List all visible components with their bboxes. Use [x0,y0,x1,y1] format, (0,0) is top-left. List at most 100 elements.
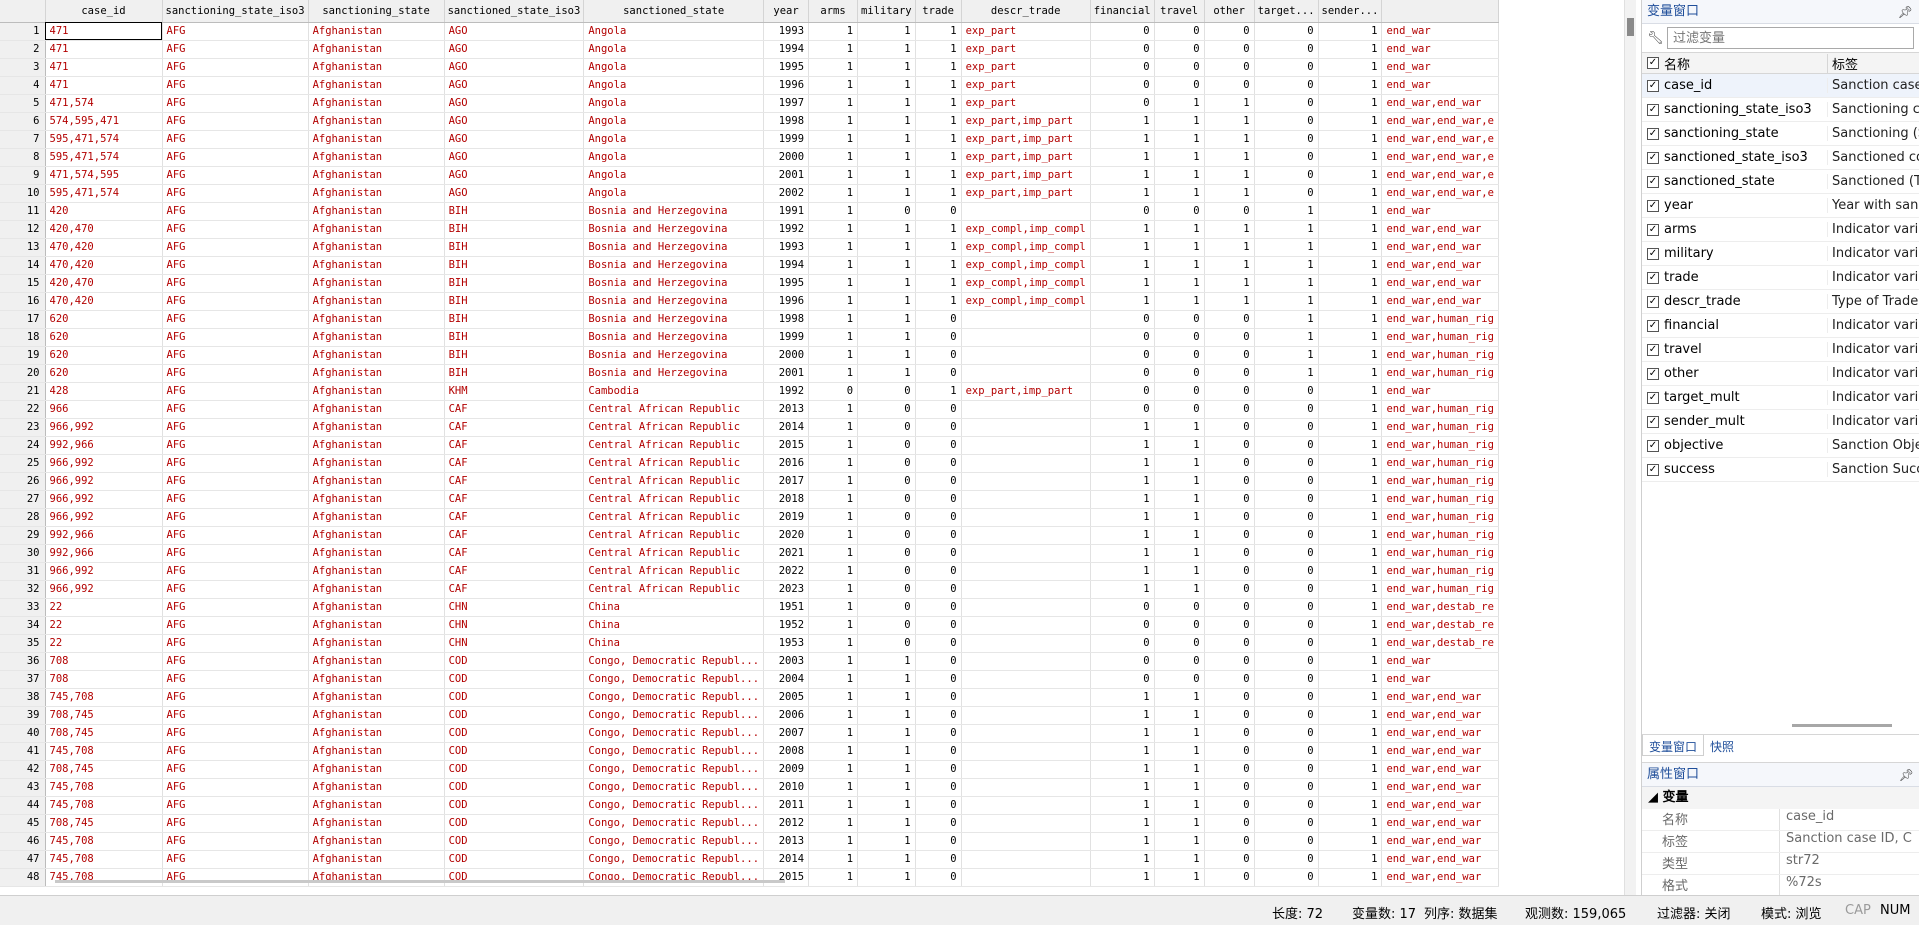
data-cell[interactable]: 574,595,471 [45,112,163,131]
data-cell[interactable]: Bosnia and Herzegovina [583,202,765,221]
data-cell[interactable]: 0 [857,382,916,401]
row-number[interactable]: 19 [0,346,46,365]
data-cell[interactable]: Congo, Democratic Republ... [583,706,765,725]
data-cell[interactable]: AFG [162,868,309,887]
data-cell[interactable]: end_war,human_rig [1381,418,1499,437]
row-number[interactable]: 31 [0,562,46,581]
data-cell[interactable]: 1 [808,706,859,725]
data-cell[interactable]: 1 [857,148,916,167]
data-cell[interactable]: 2009 [763,760,810,779]
data-cell[interactable]: exp_part [961,22,1091,41]
data-cell[interactable]: 0 [1254,166,1319,185]
data-cell[interactable]: 1 [1318,850,1383,869]
data-cell[interactable]: COD [444,670,585,689]
row-number[interactable]: 22 [0,400,46,419]
row-number[interactable]: 9 [0,166,46,185]
data-cell[interactable]: exp_compl,imp_compl [961,256,1091,275]
data-cell[interactable]: 1 [1154,256,1205,275]
data-cell[interactable]: 745,708 [45,688,163,707]
data-cell[interactable]: 471,574,595 [45,166,163,185]
data-cell[interactable]: Afghanistan [308,526,445,545]
data-cell[interactable]: end_war,end_war [1381,292,1499,311]
data-cell[interactable]: end_war,human_rig [1381,490,1499,509]
data-cell[interactable]: 1 [1090,292,1155,311]
data-cell[interactable]: Angola [583,94,765,113]
data-cell[interactable]: 0 [1204,346,1255,365]
data-cell[interactable]: 1996 [763,76,810,95]
data-cell[interactable]: 1 [915,238,962,257]
data-cell[interactable] [961,724,1091,743]
data-cell[interactable]: 1 [915,130,962,149]
data-cell[interactable]: AGO [444,94,585,113]
data-cell[interactable]: 0 [1204,364,1255,383]
row-number[interactable]: 23 [0,418,46,437]
data-cell[interactable]: 1 [857,184,916,203]
property-group-variable[interactable]: ◢ 变量 [1642,787,1919,809]
data-cell[interactable]: 2010 [763,778,810,797]
data-cell[interactable]: AFG [162,400,309,419]
data-cell[interactable]: 0 [1254,454,1319,473]
data-cell[interactable]: 0 [1254,616,1319,635]
data-cell[interactable]: 966,992 [45,508,163,527]
data-cell[interactable]: Bosnia and Herzegovina [583,220,765,239]
data-cell[interactable]: 1 [808,472,859,491]
checkbox-checked-icon[interactable]: ✓ [1647,463,1659,476]
data-cell[interactable]: 0 [1254,148,1319,167]
data-cell[interactable]: AGO [444,148,585,167]
data-cell[interactable]: 1 [1318,526,1383,545]
data-cell[interactable]: 0 [915,796,962,815]
data-cell[interactable]: 1 [915,382,962,401]
data-cell[interactable]: end_war [1381,382,1499,401]
data-cell[interactable]: 1 [1090,868,1155,887]
data-cell[interactable]: 1 [1318,184,1383,203]
data-cell[interactable]: 1 [808,274,859,293]
data-cell[interactable]: Afghanistan [308,202,445,221]
data-cell[interactable]: 1 [857,94,916,113]
data-cell[interactable]: 992,966 [45,544,163,563]
data-cell[interactable]: CAF [444,454,585,473]
data-cell[interactable]: 620 [45,346,163,365]
data-cell[interactable]: end_war,end_war [1381,256,1499,275]
data-cell[interactable]: 1 [1254,220,1319,239]
data-cell[interactable]: 1 [1318,634,1383,653]
data-cell[interactable]: 0 [1204,868,1255,887]
row-number[interactable]: 41 [0,742,46,761]
data-cell[interactable]: 1 [857,58,916,77]
data-cell[interactable]: 0 [915,346,962,365]
data-cell[interactable]: 1 [1318,166,1383,185]
variable-row[interactable]: ✓ sender_mult Indicator variable [1642,410,1919,434]
data-cell[interactable]: 1 [808,832,859,851]
data-cell[interactable]: AGO [444,166,585,185]
data-cell[interactable]: 0 [857,598,916,617]
data-cell[interactable]: end_war,end_war [1381,832,1499,851]
data-cell[interactable] [961,562,1091,581]
data-cell[interactable] [961,670,1091,689]
data-cell[interactable]: 0 [1254,832,1319,851]
data-cell[interactable]: Afghanistan [308,328,445,347]
data-cell[interactable]: 0 [1254,508,1319,527]
row-number[interactable]: 29 [0,526,46,545]
data-cell[interactable]: 2019 [763,508,810,527]
data-cell[interactable]: 0 [915,814,962,833]
data-cell[interactable]: 1 [808,238,859,257]
corner-cell[interactable] [0,0,46,23]
data-cell[interactable]: 420,470 [45,274,163,293]
data-cell[interactable]: 1 [857,832,916,851]
variable-row[interactable]: ✓ other Indicator variable [1642,362,1919,386]
data-cell[interactable]: 2020 [763,526,810,545]
data-cell[interactable]: 1 [1154,454,1205,473]
data-cell[interactable]: Afghanistan [308,562,445,581]
data-cell[interactable]: Afghanistan [308,22,445,41]
data-cell[interactable]: 1 [1318,616,1383,635]
data-cell[interactable]: 1 [1318,148,1383,167]
data-cell[interactable]: 1 [1204,256,1255,275]
data-cell[interactable]: 0 [1204,454,1255,473]
table-row[interactable]: 30 992,966 AFG Afghanistan CAF Central Africa… [0,544,1499,563]
data-cell[interactable]: 0 [915,472,962,491]
data-cell[interactable]: Afghanistan [308,166,445,185]
data-cell[interactable]: Afghanistan [308,634,445,653]
data-cell[interactable]: 1 [1154,760,1205,779]
data-cell[interactable]: 1 [1318,436,1383,455]
data-cell[interactable]: BIH [444,238,585,257]
data-cell[interactable]: 1 [915,256,962,275]
